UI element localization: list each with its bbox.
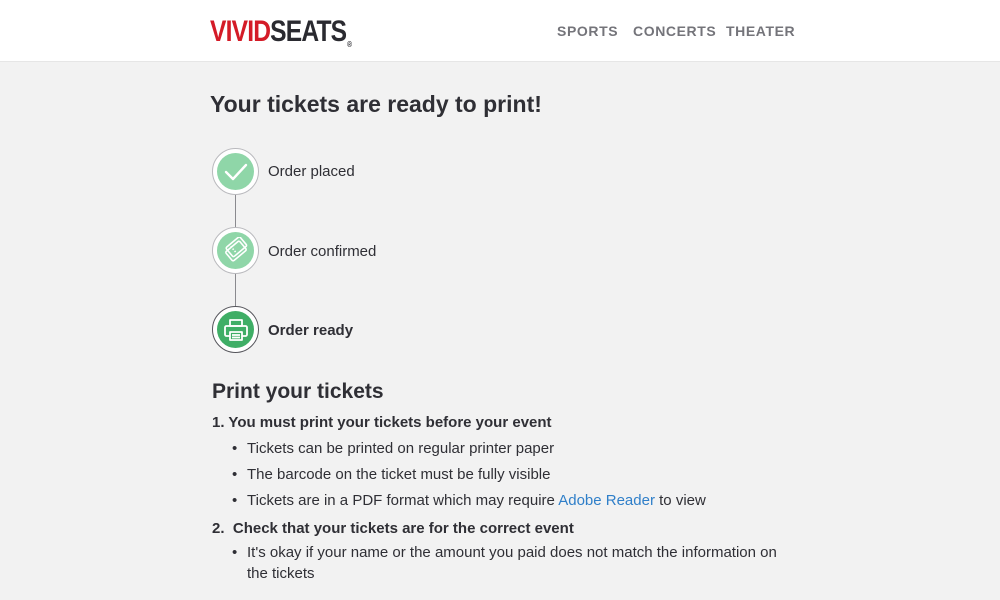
vividseats-logo[interactable]: VIVIDSEATS® [210, 15, 352, 49]
instruction-2-title: 2. Check that your tickets are for the c… [212, 520, 574, 537]
step-order-ready-badge [212, 306, 259, 353]
bullet-dot: • [232, 544, 238, 561]
instruction-number: 2. [212, 520, 225, 537]
step-order-placed-badge [212, 148, 259, 195]
printer-icon [223, 318, 248, 341]
adobe-reader-link[interactable]: Adobe Reader [558, 492, 655, 509]
logo-vivid-text: VIVID [210, 15, 271, 48]
pdf-note-suffix: to view [654, 492, 706, 509]
list-item-text: It's okay if your name or the amount you… [247, 544, 777, 582]
instruction-1-title: 1. You must print your tickets before yo… [212, 414, 552, 431]
bullet-dot: • [232, 492, 238, 509]
instruction-title-text: Check that your tickets are for the corr… [232, 520, 574, 537]
list-item: • The barcode on the ticket must be full… [232, 464, 792, 485]
step-order-confirmed-badge [212, 227, 259, 274]
check-icon [224, 163, 247, 180]
instruction-number: 1. [212, 414, 225, 431]
step-order-confirmed-label: Order confirmed [268, 243, 377, 260]
nav-concerts[interactable]: CONCERTS [633, 23, 716, 41]
pdf-note-text: Tickets are in a PDF format which may re… [247, 492, 559, 509]
site-header: VIVIDSEATS® SPORTS CONCERTS THEATER [0, 0, 1000, 62]
list-item: • Tickets can be printed on regular prin… [232, 438, 792, 459]
nav-sports[interactable]: SPORTS [557, 23, 618, 41]
logo-registered-mark: ® [347, 40, 352, 49]
nav-theater[interactable]: THEATER [726, 23, 795, 41]
step-order-ready-label: Order ready [268, 322, 354, 339]
step-connector [235, 195, 236, 228]
list-item-text: Tickets are in a PDF format which may re… [247, 490, 792, 511]
list-item: • It's okay if your name or the amount y… [232, 542, 792, 584]
print-tickets-heading: Print your tickets [212, 380, 384, 403]
list-item: • Tickets are in a PDF format which may … [232, 490, 792, 511]
list-item-text: Tickets can be printed on regular printe… [247, 440, 555, 457]
page-title: Your tickets are ready to print! [210, 91, 542, 117]
step-connector [235, 274, 236, 307]
bullet-dot: • [232, 466, 238, 483]
bullet-dot: • [232, 440, 238, 457]
instruction-title-text: You must print your tickets before your … [228, 414, 552, 431]
list-item-text: The barcode on the ticket must be fully … [247, 466, 551, 483]
logo-seats-text: SEATS [270, 15, 347, 48]
step-order-placed-label: Order placed [268, 163, 355, 180]
tickets-icon [224, 236, 247, 262]
